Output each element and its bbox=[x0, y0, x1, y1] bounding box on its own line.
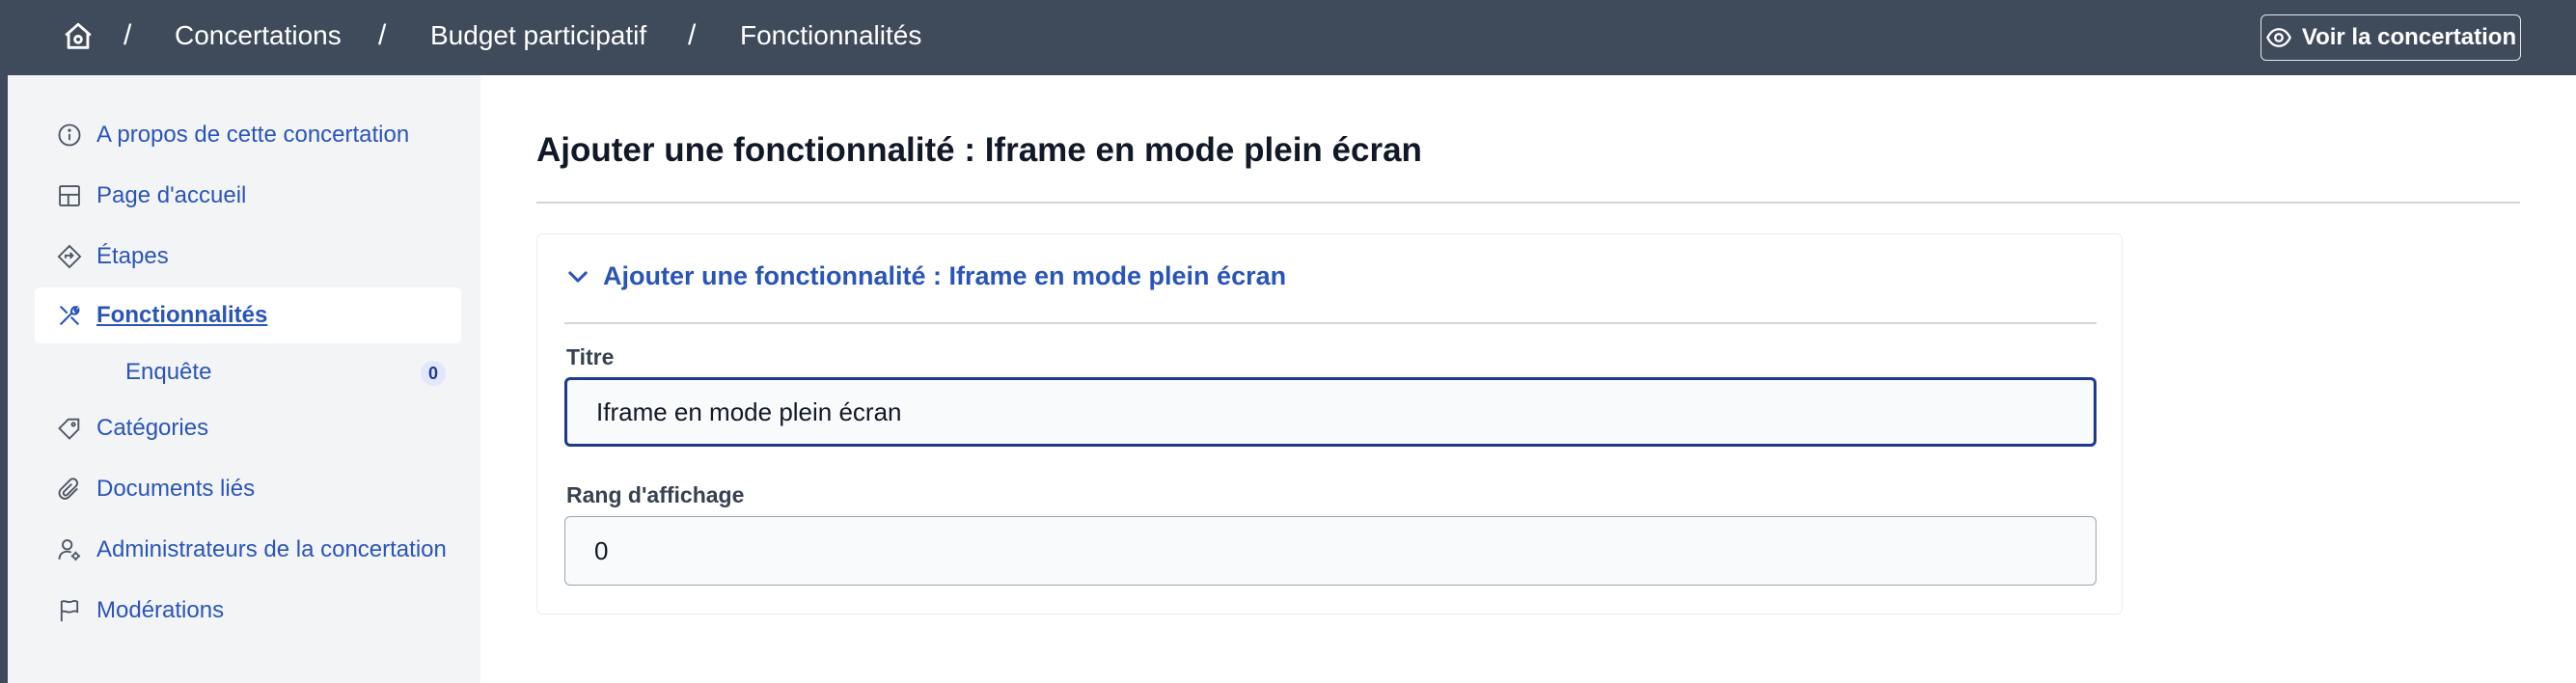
breadcrumb-separator: / bbox=[688, 19, 697, 51]
sidebar-subitem-enquete[interactable]: Enquête 0 bbox=[35, 347, 461, 397]
paperclip-icon bbox=[58, 478, 79, 500]
sidebar: A propos de cette concertation Page d'ac… bbox=[8, 75, 480, 683]
left-strip bbox=[0, 75, 8, 683]
sidebar-item-label: Fonctionnalités bbox=[96, 302, 268, 328]
display-rank-input[interactable] bbox=[564, 516, 2096, 586]
steps-icon bbox=[57, 244, 82, 269]
collapse-toggle[interactable]: Ajouter une fonctionnalité : Iframe en m… bbox=[564, 261, 1286, 291]
display-rank-label: Rang d'affichage bbox=[566, 482, 745, 507]
title-input[interactable] bbox=[564, 377, 2096, 447]
sidebar-item-features[interactable]: Fonctionnalités bbox=[35, 287, 461, 343]
card-divider bbox=[564, 322, 2096, 324]
sidebar-item-moderations[interactable]: Modérations bbox=[35, 583, 461, 639]
count-badge: 0 bbox=[421, 361, 446, 386]
sidebar-item-label: Documents liés bbox=[96, 476, 256, 502]
sidebar-item-label: Administrateurs de la concertation bbox=[96, 536, 447, 562]
feature-form-card: Ajouter une fonctionnalité : Iframe en m… bbox=[536, 233, 2123, 615]
top-bar: / Concertations / Budget participatif / … bbox=[0, 0, 2576, 75]
tools-icon bbox=[59, 305, 80, 326]
sidebar-item-steps[interactable]: Étapes bbox=[35, 229, 461, 285]
view-concertation-button[interactable]: Voir la concertation bbox=[2261, 14, 2521, 61]
chevron-down-icon bbox=[568, 270, 588, 283]
home-icon[interactable] bbox=[62, 20, 95, 53]
sidebar-item-label: Catégories bbox=[96, 415, 209, 441]
page-title: Ajouter une fonctionnalité : Iframe en m… bbox=[536, 131, 1422, 169]
sidebar-item-label: Page d'accueil bbox=[96, 182, 247, 208]
breadcrumb-separator: / bbox=[123, 19, 132, 51]
sidebar-item-administrators[interactable]: Administrateurs de la concertation bbox=[35, 522, 461, 578]
layout-icon bbox=[59, 185, 80, 206]
sidebar-subitem-label: Enquête bbox=[125, 359, 212, 385]
sidebar-item-about[interactable]: A propos de cette concertation bbox=[35, 107, 461, 163]
sidebar-item-label: A propos de cette concertation bbox=[96, 122, 410, 148]
breadcrumb-concertations[interactable]: Concertations bbox=[175, 20, 342, 51]
flag-icon bbox=[60, 599, 79, 622]
view-concertation-label: Voir la concertation bbox=[2301, 24, 2517, 50]
breadcrumb-separator: / bbox=[378, 19, 387, 51]
sidebar-item-label: Étapes bbox=[96, 243, 169, 269]
title-divider bbox=[536, 202, 2520, 204]
sidebar-item-label: Modérations bbox=[96, 597, 225, 623]
tag-icon bbox=[58, 418, 80, 440]
sidebar-item-homepage[interactable]: Page d'accueil bbox=[35, 168, 461, 224]
eye-icon bbox=[2265, 28, 2291, 47]
title-field-label: Titre bbox=[566, 344, 615, 369]
breadcrumb-budget-participatif[interactable]: Budget participatif bbox=[430, 20, 646, 51]
breadcrumb-fonctionnalites: Fonctionnalités bbox=[740, 20, 922, 50]
card-header-label: Ajouter une fonctionnalité : Iframe en m… bbox=[603, 261, 1287, 290]
info-icon bbox=[58, 123, 81, 147]
sidebar-item-documents[interactable]: Documents liés bbox=[35, 461, 461, 517]
user-gear-icon bbox=[58, 539, 81, 561]
sidebar-item-categories[interactable]: Catégories bbox=[35, 400, 461, 456]
